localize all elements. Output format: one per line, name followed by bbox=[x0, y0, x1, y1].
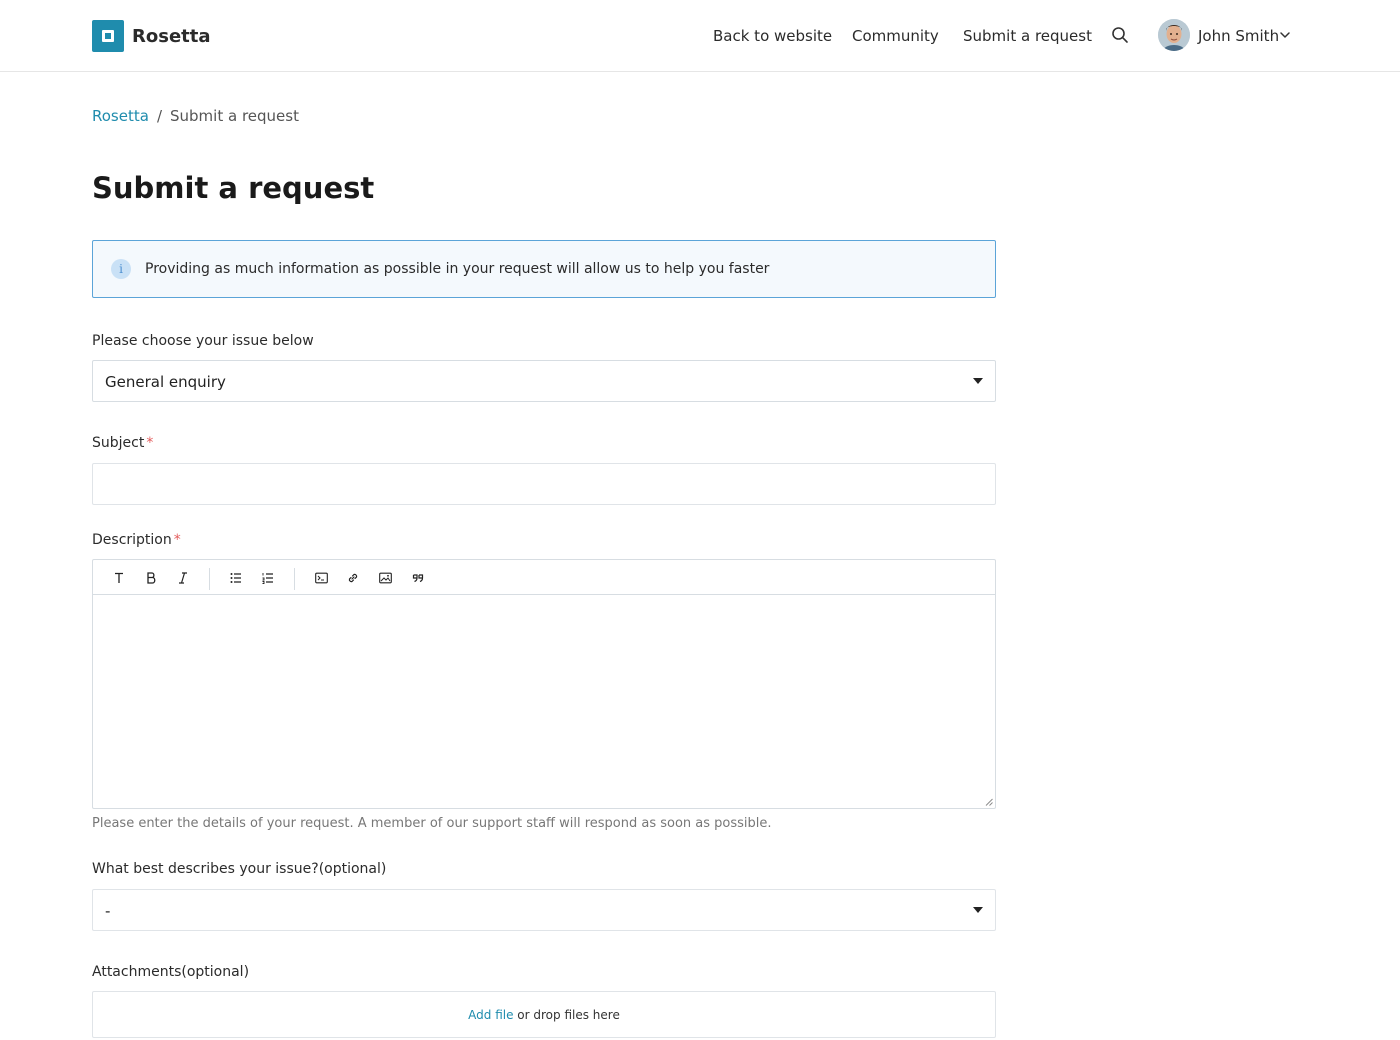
quote-icon[interactable] bbox=[409, 569, 427, 587]
required-marker: * bbox=[146, 435, 154, 451]
issue-select[interactable]: General enquiry bbox=[92, 360, 996, 402]
description-editor bbox=[92, 559, 996, 809]
drop-files-text: or drop files here bbox=[513, 1008, 620, 1022]
link-icon[interactable] bbox=[344, 569, 362, 587]
nav-community[interactable]: Community bbox=[852, 24, 939, 48]
subject-input[interactable] bbox=[92, 463, 996, 505]
toolbar-divider bbox=[209, 568, 210, 590]
optional-marker: (optional) bbox=[318, 861, 387, 877]
caret-down-icon bbox=[973, 378, 983, 384]
resize-handle-icon[interactable] bbox=[985, 798, 993, 806]
info-notice: i Providing as much information as possi… bbox=[92, 240, 996, 298]
avatar[interactable] bbox=[1158, 19, 1190, 51]
bold-icon[interactable] bbox=[142, 569, 160, 587]
logo-icon bbox=[92, 20, 124, 52]
toolbar-divider bbox=[294, 568, 295, 590]
add-file-link[interactable]: Add file bbox=[468, 1008, 513, 1022]
breadcrumb-current: Submit a request bbox=[170, 107, 299, 125]
breadcrumb: Rosetta / Submit a request bbox=[92, 104, 299, 128]
italic-icon[interactable] bbox=[174, 569, 192, 587]
category-select-value: - bbox=[105, 902, 111, 920]
breadcrumb-separator: / bbox=[156, 107, 162, 125]
code-block-icon[interactable] bbox=[312, 569, 330, 587]
description-label: Description * bbox=[92, 529, 181, 551]
user-avatar-icon bbox=[1158, 19, 1190, 51]
image-icon[interactable] bbox=[376, 569, 394, 587]
attachments-dropzone[interactable]: Add file or drop files here bbox=[92, 991, 996, 1038]
search-icon[interactable] bbox=[1111, 26, 1129, 44]
nav-submit-request[interactable]: Submit a request bbox=[963, 24, 1092, 48]
subject-label-text: Subject bbox=[92, 435, 145, 451]
bulleted-list-icon[interactable] bbox=[227, 569, 245, 587]
site-header: Rosetta Back to website Community Submit… bbox=[0, 0, 1400, 72]
description-label-text: Description bbox=[92, 532, 172, 548]
nav-back-to-website[interactable]: Back to website bbox=[713, 24, 832, 48]
numbered-list-icon[interactable] bbox=[259, 569, 277, 587]
user-menu-name[interactable]: John Smith bbox=[1198, 24, 1279, 48]
info-icon: i bbox=[111, 259, 131, 279]
category-label-text: What best describes your issue? bbox=[92, 861, 319, 877]
required-marker: * bbox=[173, 532, 181, 548]
subject-label: Subject * bbox=[92, 432, 153, 454]
breadcrumb-root[interactable]: Rosetta bbox=[92, 107, 149, 125]
description-textarea[interactable] bbox=[93, 596, 995, 808]
category-label: What best describes your issue?(optional… bbox=[92, 858, 386, 880]
optional-marker: (optional) bbox=[181, 964, 250, 980]
page-title: Submit a request bbox=[92, 171, 375, 205]
info-text: Providing as much information as possibl… bbox=[145, 261, 770, 277]
description-hint: Please enter the details of your request… bbox=[92, 816, 772, 831]
dropzone-text: Add file or drop files here bbox=[93, 1005, 995, 1025]
issue-select-value: General enquiry bbox=[105, 373, 226, 391]
attachments-label: Attachments(optional) bbox=[92, 961, 249, 983]
issue-label: Please choose your issue below bbox=[92, 333, 314, 349]
chevron-down-icon[interactable] bbox=[1279, 29, 1291, 41]
text-format-icon[interactable] bbox=[110, 569, 128, 587]
brand-logo[interactable]: Rosetta bbox=[92, 20, 211, 52]
brand-name: Rosetta bbox=[132, 25, 211, 47]
editor-toolbar bbox=[93, 560, 995, 595]
caret-down-icon bbox=[973, 907, 983, 913]
category-select[interactable]: - bbox=[92, 889, 996, 931]
attachments-label-text: Attachments bbox=[92, 964, 182, 980]
